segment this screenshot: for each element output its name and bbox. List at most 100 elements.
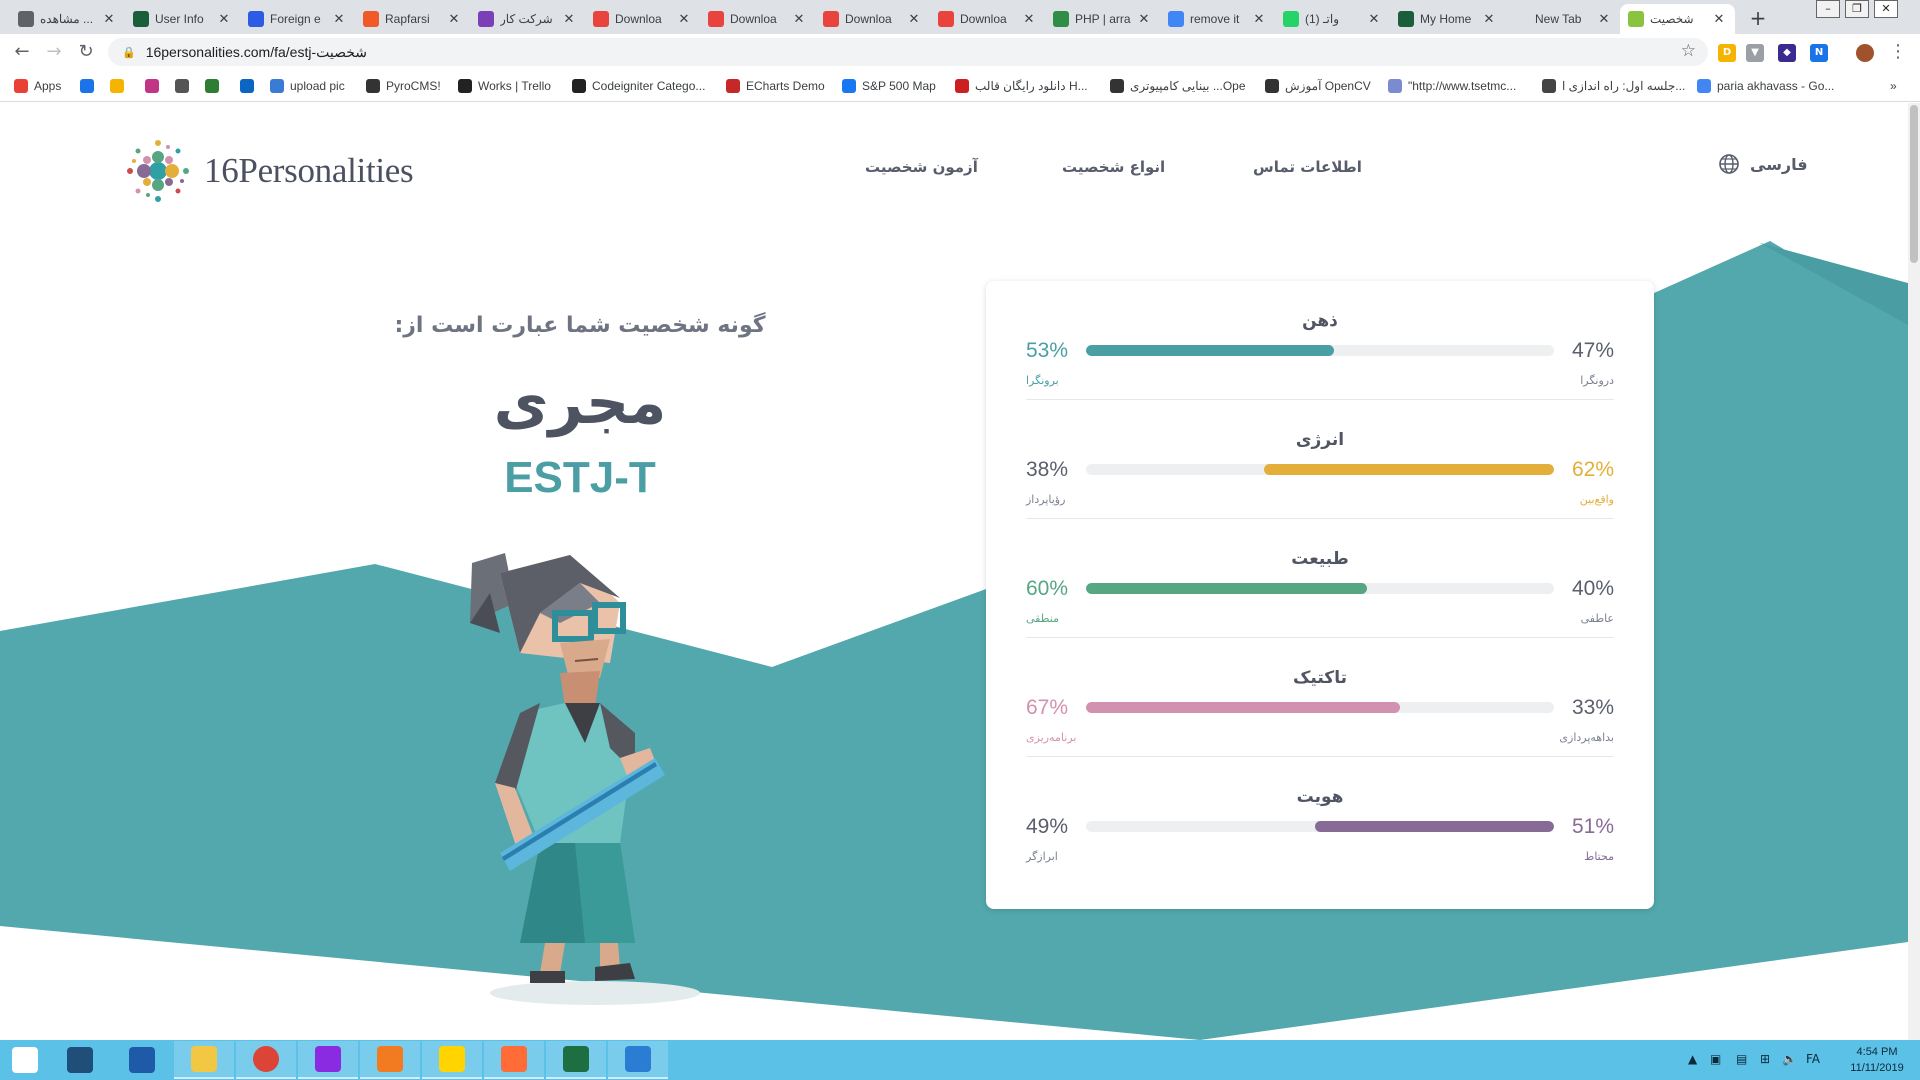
taskbar-excel-button[interactable] [546, 1041, 606, 1079]
nav-types-link[interactable]: انواع شخصیت [1062, 158, 1165, 176]
bookmark-favicon-icon [1542, 79, 1556, 93]
browser-tab[interactable]: Downloa ✕ [585, 4, 700, 34]
system-clock[interactable]: 4:54 PM 11/11/2019 [1838, 1044, 1916, 1076]
taskbar-outlook-button[interactable] [608, 1041, 668, 1079]
tray-overflow-icon[interactable]: ▲ [1688, 1052, 1697, 1066]
bookmark-item[interactable] [240, 77, 260, 95]
page-scrollbar[interactable] [1908, 103, 1920, 1040]
taskbar-sticky-notes-button[interactable] [422, 1041, 482, 1079]
bookmark-item[interactable]: جلسه اول: راه اندازی ا... [1542, 77, 1685, 95]
tab-title: (1) واتـ [1305, 12, 1339, 26]
restore-window-button[interactable]: ❐ [1845, 0, 1869, 18]
tab-close-icon[interactable]: ✕ [101, 12, 117, 27]
browser-tab[interactable]: My Home ✕ [1390, 4, 1505, 34]
taskbar-postman-button[interactable] [484, 1041, 544, 1079]
trait-right-label: محتاط [1584, 850, 1614, 863]
profile-avatar[interactable] [1856, 44, 1874, 62]
taskbar-eclipse-button[interactable] [360, 1041, 420, 1079]
tab-close-icon[interactable]: ✕ [1021, 12, 1037, 27]
taskbar-phpstorm-button[interactable] [298, 1041, 358, 1079]
language-selector[interactable]: فارسی [1718, 153, 1808, 175]
bookmark-star-icon[interactable]: ☆ [1681, 41, 1696, 61]
tab-close-icon[interactable]: ✕ [791, 12, 807, 27]
bookmark-item[interactable]: Apps [14, 77, 61, 95]
tab-close-icon[interactable]: ✕ [561, 12, 577, 27]
extension-n-icon[interactable]: N [1810, 44, 1828, 62]
bookmark-item[interactable]: ECharts Demo [726, 77, 825, 95]
extension-vpn-icon[interactable]: ▼ [1746, 44, 1764, 62]
network-icon[interactable]: ▣ [1710, 1052, 1721, 1066]
clock-date: 11/11/2019 [1850, 1062, 1904, 1074]
reload-icon[interactable]: ↻ [74, 40, 98, 64]
tab-close-icon[interactable]: ✕ [1711, 12, 1727, 27]
tab-close-icon[interactable]: ✕ [906, 12, 922, 27]
browser-tab[interactable]: Downloa ✕ [700, 4, 815, 34]
bookmark-item[interactable] [175, 77, 195, 95]
address-bar[interactable]: 🔒 16personalities.com/fa/estj-شخصیت ☆ [108, 38, 1708, 66]
bookmark-item[interactable]: آموزش OpenCV [1265, 77, 1371, 95]
browser-tab[interactable]: Foreign e ✕ [240, 4, 355, 34]
site-logo[interactable]: 16Personalities [122, 135, 482, 207]
trait-right-percent: 51% [1571, 815, 1614, 838]
browser-tab[interactable]: مشاهده ... ✕ [10, 4, 125, 34]
bookmark-favicon-icon [726, 79, 740, 93]
scrollbar-thumb[interactable] [1910, 105, 1918, 263]
browser-tab[interactable]: remove it ✕ [1160, 4, 1275, 34]
bookmark-item[interactable] [145, 77, 165, 95]
trait-row: انرژی 38% 62% رؤیاپرداز واقع‌بین [1026, 400, 1614, 519]
taskbar-task-view-button[interactable] [50, 1041, 110, 1079]
taskbar-powershell-button[interactable] [112, 1041, 172, 1079]
minimize-window-button[interactable]: – [1816, 0, 1840, 18]
forward-icon[interactable]: → [42, 40, 66, 64]
bookmark-item[interactable]: paria akhavass - Go... [1697, 77, 1834, 95]
tab-close-icon[interactable]: ✕ [446, 12, 462, 27]
browser-tab[interactable]: User Info ✕ [125, 4, 240, 34]
bookmark-item[interactable]: Codeigniter Catego... [572, 77, 705, 95]
nav-contact-link[interactable]: اطلاعات تماس [1253, 158, 1362, 176]
tab-close-icon[interactable]: ✕ [216, 12, 232, 27]
close-window-button[interactable]: ✕ [1874, 0, 1898, 18]
trait-progress-track [1086, 702, 1554, 713]
printer-icon[interactable]: ⊞ [1760, 1052, 1770, 1066]
bookmark-item[interactable] [110, 77, 130, 95]
browser-tab[interactable]: PHP | arra ✕ [1045, 4, 1160, 34]
browser-tab[interactable]: شخصیت ✕ [1620, 4, 1735, 34]
back-icon[interactable]: ← [10, 40, 34, 64]
browser-tab[interactable]: شرکت کار ✕ [470, 4, 585, 34]
extension-dict-icon[interactable]: D [1718, 44, 1736, 62]
tab-close-icon[interactable]: ✕ [676, 12, 692, 27]
nav-test-link[interactable]: آزمون شخصیت [865, 158, 978, 176]
taskbar-windows-start-button[interactable] [0, 1041, 50, 1079]
bookmark-item[interactable]: upload pic [270, 77, 345, 95]
action-center-icon[interactable]: ▤ [1736, 1052, 1747, 1066]
bookmark-item[interactable]: S&P 500 Map [842, 77, 936, 95]
taskbar-file-explorer-button[interactable] [174, 1041, 234, 1079]
tab-favicon-icon [708, 11, 724, 27]
tab-close-icon[interactable]: ✕ [1481, 12, 1497, 27]
browser-tab[interactable]: (1) واتـ ✕ [1275, 4, 1390, 34]
bookmark-item[interactable] [80, 77, 100, 95]
tab-close-icon[interactable]: ✕ [1136, 12, 1152, 27]
bookmark-item[interactable]: دانلود رایگان قالب H... [955, 77, 1088, 95]
taskbar-chrome-button[interactable] [236, 1041, 296, 1079]
tab-close-icon[interactable]: ✕ [1251, 12, 1267, 27]
bookmark-item[interactable]: Works | Trello [458, 77, 551, 95]
browser-tab[interactable]: Rapfarsi ✕ [355, 4, 470, 34]
bookmarks-overflow-icon[interactable]: » [1890, 77, 1897, 95]
tab-close-icon[interactable]: ✕ [1366, 12, 1382, 27]
bookmark-item[interactable]: بینایی کامپیوتری ...Ope [1110, 77, 1246, 95]
new-tab-button[interactable]: + [1745, 6, 1771, 32]
menu-kebab-icon[interactable]: ⋮ [1886, 40, 1910, 64]
bookmark-item[interactable] [205, 77, 225, 95]
tab-close-icon[interactable]: ✕ [1596, 12, 1612, 27]
bookmark-item[interactable]: "http://www.tsetmc... [1388, 77, 1516, 95]
extension-shield-icon[interactable]: ◆ [1778, 44, 1796, 62]
browser-tab[interactable]: New Tab ✕ [1505, 4, 1620, 34]
input-language-indicator[interactable]: FA [1806, 1052, 1820, 1066]
tab-favicon-icon [248, 11, 264, 27]
bookmark-item[interactable]: PyroCMS! [366, 77, 441, 95]
volume-icon[interactable]: 🔈 [1782, 1052, 1797, 1066]
browser-tab[interactable]: Downloa ✕ [930, 4, 1045, 34]
tab-close-icon[interactable]: ✕ [331, 12, 347, 27]
browser-tab[interactable]: Downloa ✕ [815, 4, 930, 34]
